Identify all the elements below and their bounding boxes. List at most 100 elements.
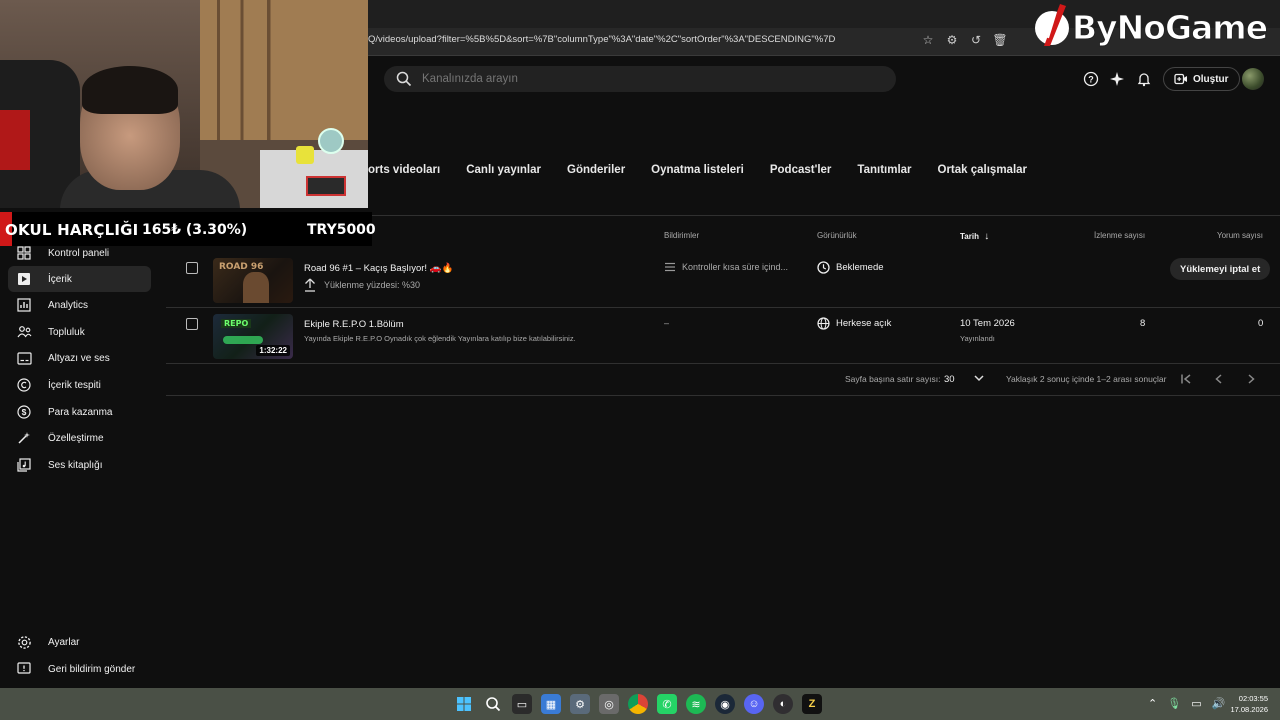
tab-posts[interactable]: Gönderiler (554, 162, 638, 178)
windows-start-icon[interactable] (454, 694, 474, 714)
header-views[interactable]: İzlenme sayısı (1094, 231, 1145, 240)
notifications-bell-icon[interactable] (1135, 70, 1153, 88)
sidebar-item-community[interactable]: Topluluk (8, 319, 151, 345)
sidebar-item-monetization[interactable]: $ Para kazanma (8, 399, 151, 425)
volume-icon[interactable]: 🔊 (1212, 697, 1226, 710)
tab-collaborations[interactable]: Ortak çalışmalar (925, 162, 1041, 178)
sidebar-item-customization[interactable]: Özelleştirme (8, 425, 151, 451)
extension-icon[interactable]: ⚙ (944, 32, 960, 48)
channel-search[interactable] (384, 66, 896, 92)
analytics-icon (16, 297, 32, 313)
app-z-icon[interactable]: Z (802, 694, 822, 714)
sidebar-item-audio-library[interactable]: Ses kitaplığı (8, 452, 151, 478)
tab-promotions[interactable]: Tanıtımlar (844, 162, 924, 178)
pagination: Sayfa başına satır sayısı: 30 Yaklaşık 2… (166, 368, 1280, 396)
chrome-icon[interactable] (628, 694, 648, 714)
network-icon[interactable]: ▭ (1191, 697, 1201, 710)
cancel-upload-button[interactable]: Yüklemeyi iptal et (1170, 258, 1271, 280)
chevron-up-icon[interactable]: ⌃ (1148, 697, 1157, 710)
webcam-person-hair (82, 66, 178, 114)
rows-per-page-select[interactable]: 30 (944, 374, 955, 385)
upload-arrow-icon (305, 278, 315, 292)
visibility-cell[interactable]: Herkese açık (817, 317, 891, 330)
row-checkbox[interactable] (186, 318, 198, 330)
header-comments[interactable]: Yorum sayısı (1217, 231, 1263, 240)
search-input[interactable] (422, 73, 862, 85)
subtitles-icon (16, 350, 32, 366)
store-icon[interactable]: ▦ (541, 694, 561, 714)
sidebar-item-label: Altyazı ve ses (48, 352, 110, 364)
create-button[interactable]: Oluştur (1163, 67, 1240, 91)
tab-shorts[interactable]: orts videoları (368, 162, 453, 178)
svg-text:$: $ (22, 407, 27, 417)
whatsapp-icon[interactable]: ✆ (657, 694, 677, 714)
sort-down-arrow-icon: ↓ (984, 231, 990, 242)
bookmark-star-icon[interactable]: ☆ (920, 32, 936, 48)
webcam-wood-panel (200, 0, 368, 140)
history-icon[interactable]: ↺ (968, 32, 984, 48)
obs-icon[interactable]: ◐ (773, 694, 793, 714)
table-row[interactable]: REPO 1:32:22 Ekiple R.E.P.O 1.Bölüm Yayı… (166, 308, 1280, 364)
video-thumbnail[interactable]: REPO 1:32:22 (213, 314, 293, 359)
help-icon[interactable]: ? (1082, 70, 1100, 88)
list-icon (665, 262, 675, 272)
next-page-icon[interactable] (1245, 373, 1257, 387)
thumbnail-text: ROAD 96 (219, 262, 264, 272)
sidebar-item-label: Para kazanma (48, 406, 113, 418)
microphone-icon[interactable]: 🎙 (1167, 697, 1181, 710)
sparkle-icon[interactable] (1108, 70, 1126, 88)
url-text[interactable]: Q/videos/upload?filter=%5B%5D&sort=%7B"c… (368, 34, 835, 45)
visibility-text: Herkese açık (836, 318, 892, 329)
dollar-icon: $ (16, 404, 32, 420)
feedback-icon (16, 661, 32, 677)
webcam-cup (296, 146, 314, 164)
sidebar-item-content[interactable]: İçerik (8, 266, 151, 292)
video-thumbnail[interactable]: ROAD 96 (213, 258, 293, 303)
row-checkbox[interactable] (186, 262, 198, 274)
previous-page-icon[interactable] (1213, 373, 1225, 387)
upload-progress-text: Yüklenme yüzdesi: %30 (324, 280, 421, 290)
tab-playlists[interactable]: Oynatma listeleri (638, 162, 757, 178)
video-title[interactable]: Ekiple R.E.P.O 1.Bölüm (304, 319, 404, 330)
taskbar-search-icon[interactable] (483, 694, 503, 714)
task-view-icon[interactable]: ▭ (512, 694, 532, 714)
sidebar-item-copyright[interactable]: İçerik tespiti (8, 372, 151, 398)
sidebar-item-feedback[interactable]: Geri bildirim gönder (8, 657, 151, 681)
sidebar-item-subtitles[interactable]: Altyazı ve ses (8, 345, 151, 371)
webcam-chair-accent (0, 110, 30, 170)
header-date[interactable]: Tarih ↓ (960, 231, 989, 242)
settings-app-icon[interactable]: ⚙ (570, 694, 590, 714)
rows-per-page-label: Sayfa başına satır sayısı: (845, 374, 941, 384)
taskbar-clock[interactable]: 02:03:55 17.08.2026 (1226, 693, 1268, 715)
trash-icon[interactable]: 🗑 (992, 32, 1008, 48)
views-count: 8 (1140, 318, 1146, 329)
avatar[interactable] (1242, 68, 1264, 90)
header-visibility[interactable]: Görünürlük (817, 231, 857, 240)
create-label: Oluştur (1193, 73, 1229, 85)
sidebar-item-settings[interactable]: Ayarlar (8, 630, 151, 654)
steam-icon[interactable]: ◉ (715, 694, 735, 714)
header-notifications[interactable]: Bildirimler (664, 231, 699, 240)
sidebar-item-analytics[interactable]: Analytics (8, 292, 151, 318)
tab-live[interactable]: Canlı yayınlar (453, 162, 554, 178)
content-icon (16, 271, 32, 287)
table-row[interactable]: ROAD 96 Road 96 #1 – Kaçış Başlıyor! 🚗🔥 … (166, 252, 1280, 308)
chevron-down-icon[interactable] (973, 372, 985, 386)
notification-cell: Kontroller kısa süre içind... (664, 262, 788, 272)
results-range: Yaklaşık 2 sonuç içinde 1–2 arası sonuçl… (1006, 374, 1167, 384)
community-icon (16, 324, 32, 340)
app-root: Q/videos/upload?filter=%5B%5D&sort=%7B"c… (0, 0, 1280, 720)
app-icon[interactable]: ◎ (599, 694, 619, 714)
logo-text: ByNoGame (1071, 7, 1268, 47)
globe-icon (817, 317, 830, 330)
tab-podcasts[interactable]: Podcast'ler (757, 162, 845, 178)
publish-status: Yayınlandı (960, 334, 995, 343)
video-title[interactable]: Road 96 #1 – Kaçış Başlıyor! 🚗🔥 (304, 263, 453, 274)
visibility-cell[interactable]: Beklemede (817, 261, 884, 274)
sidebar-item-label: Geri bildirim gönder (48, 663, 136, 675)
spotify-icon[interactable]: ≋ (686, 694, 706, 714)
first-page-icon[interactable] (1180, 373, 1192, 387)
discord-icon[interactable]: ☺ (744, 694, 764, 714)
clock-icon (817, 261, 830, 274)
sidebar-item-label: Topluluk (48, 326, 85, 338)
